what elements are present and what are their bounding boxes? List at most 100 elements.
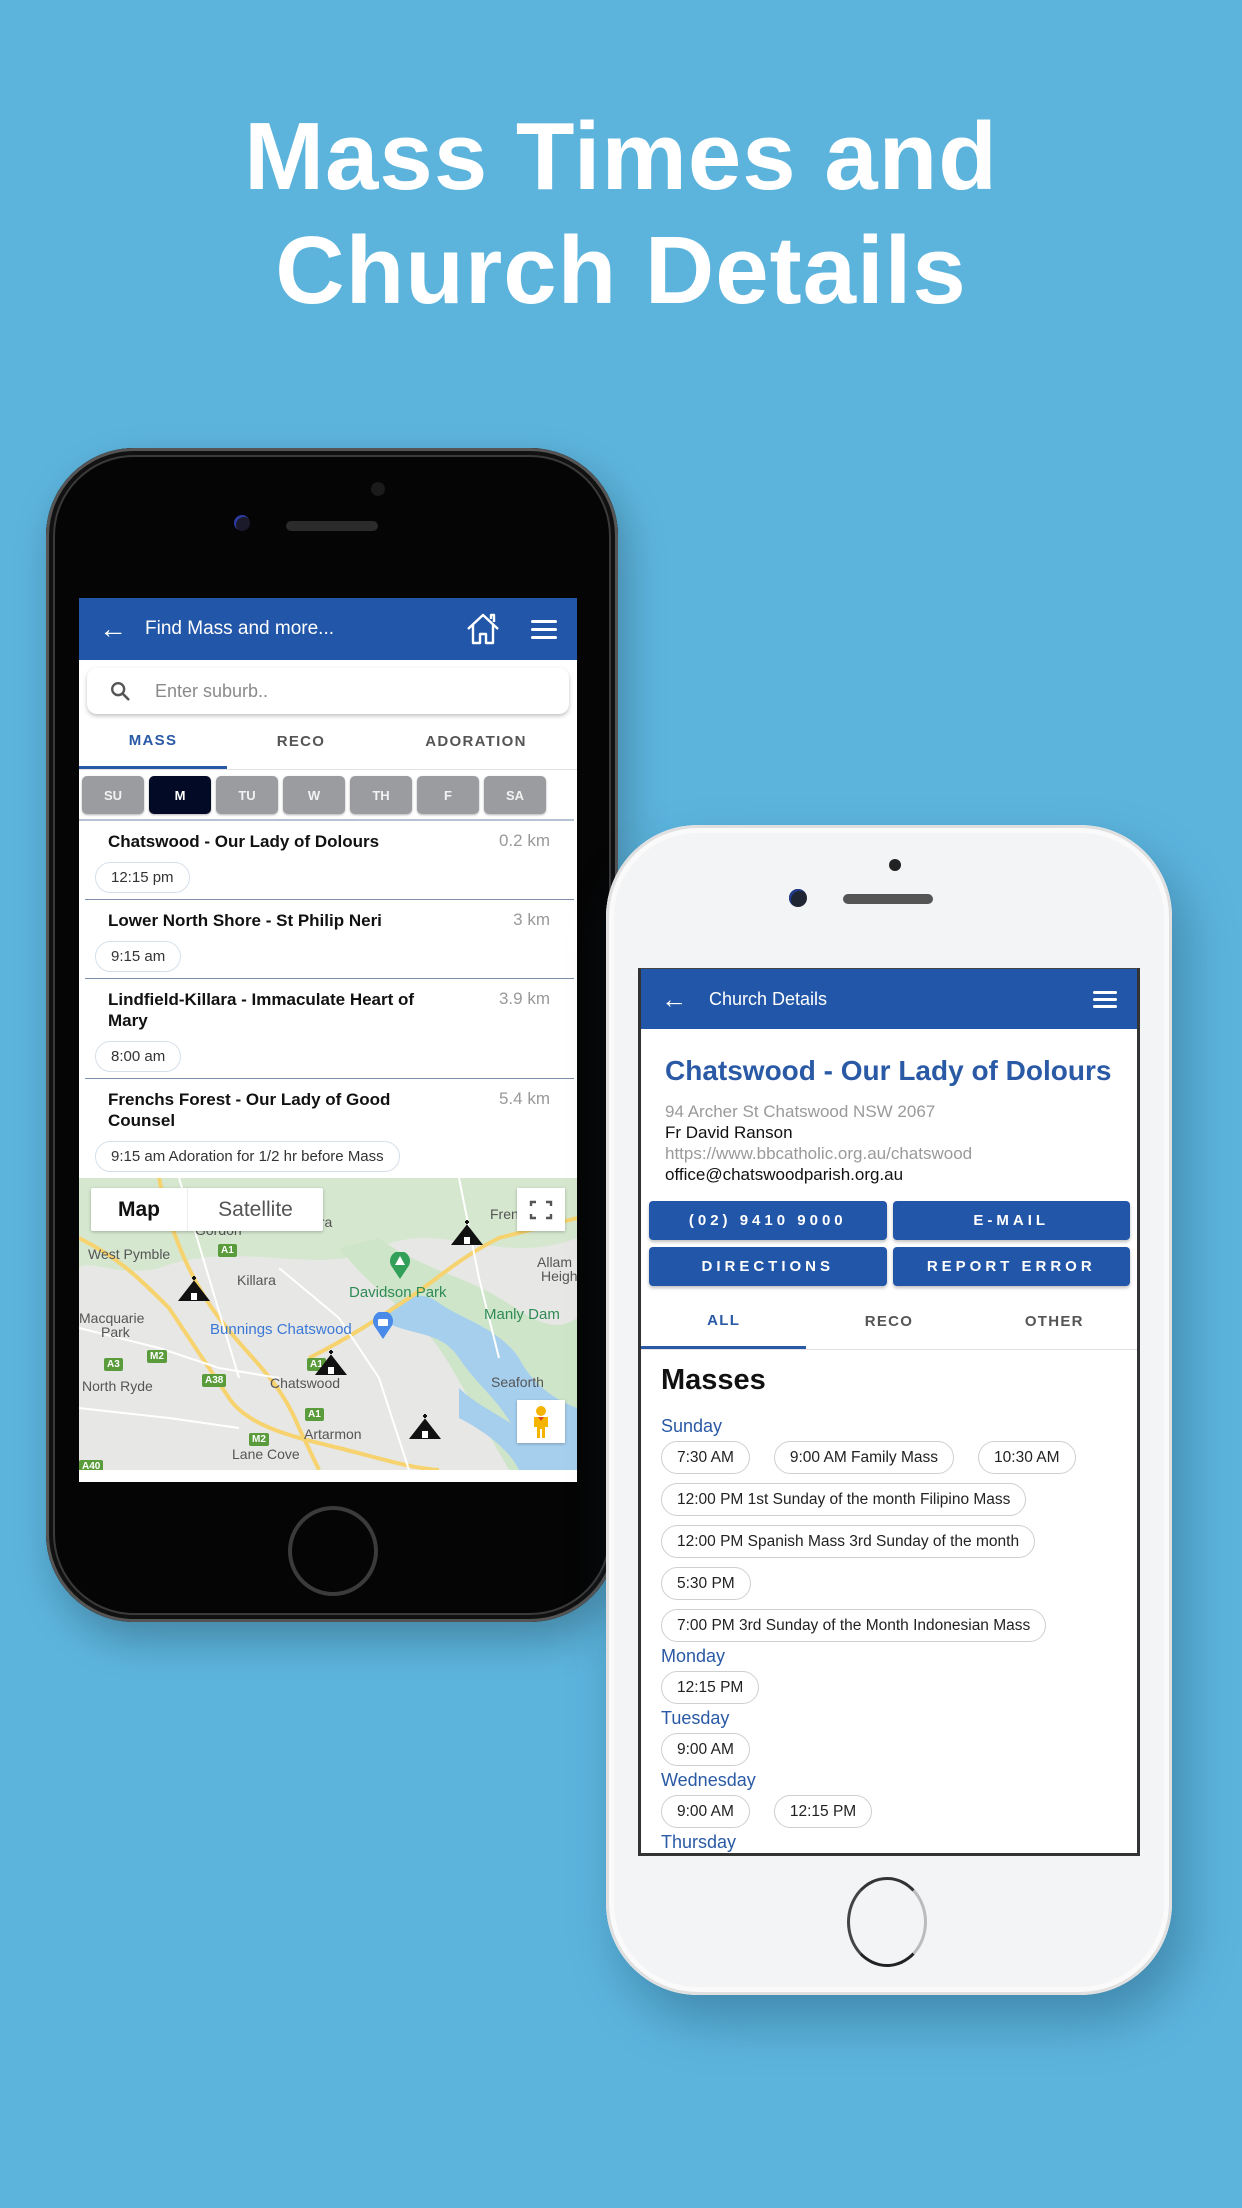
result-time-chip[interactable]: 9:15 am Adoration for 1/2 hr before Mass xyxy=(95,1141,400,1172)
mass-time-chip[interactable]: 10:30 AM xyxy=(978,1441,1076,1474)
details-appbar-title: Church Details xyxy=(709,988,828,1009)
result-item[interactable]: Frenchs Forest - Our Lady of Good Counse… xyxy=(85,1079,574,1178)
map-label: Heigh xyxy=(541,1268,577,1284)
result-distance: 0.2 km xyxy=(498,831,550,850)
result-church-name[interactable]: Lower North Shore - St Philip Neri xyxy=(108,910,382,931)
report-error-button[interactable]: REPORT ERROR xyxy=(892,1247,1130,1286)
arrow-left-icon[interactable]: ← xyxy=(99,613,139,645)
fullscreen-icon xyxy=(529,1200,553,1219)
church-details-screen: ← Church Details Chatswood - Our Lady of… xyxy=(638,968,1140,1856)
result-church-name[interactable]: Frenchs Forest - Our Lady of Good Counse… xyxy=(108,1089,438,1131)
street-view-pegman-icon xyxy=(534,1405,548,1438)
tab-mass[interactable]: MASS xyxy=(79,714,227,769)
tab-other[interactable]: OTHER xyxy=(972,1294,1137,1349)
church-name: Chatswood - Our Lady of Dolours xyxy=(665,1055,1112,1086)
church-address: 94 Archer St Chatswood NSW 2067 xyxy=(665,1102,936,1121)
day-chip-wednesday[interactable]: W xyxy=(283,776,345,814)
home-icon[interactable] xyxy=(463,609,503,649)
mass-time-chip[interactable]: 12:00 PM Spanish Mass 3rd Sunday of the … xyxy=(661,1525,1036,1558)
hamburger-menu-icon[interactable] xyxy=(1093,990,1117,1008)
road-shield: M2 xyxy=(249,1433,269,1446)
mass-time-chip[interactable]: 12:00 PM 1st Sunday of the month Filipin… xyxy=(661,1483,1027,1516)
fullscreen-button[interactable] xyxy=(517,1188,565,1231)
mass-time-chip[interactable]: 9:00 AM xyxy=(661,1733,750,1766)
tab-reco[interactable]: RECO xyxy=(806,1294,971,1349)
tuesday-times: 9:00 AM xyxy=(661,1733,1137,1766)
call-button[interactable]: (02) 9410 9000 xyxy=(649,1201,887,1240)
proximity-sensor xyxy=(371,482,385,496)
mass-time-chip[interactable]: 7:00 PM 3rd Sunday of the Month Indonesi… xyxy=(661,1609,1047,1642)
page-headline: Mass Times and Church Details xyxy=(0,100,1242,328)
result-item[interactable]: Lower North Shore - St Philip Neri 3 km … xyxy=(85,900,574,979)
details-tabs: ALL RECO OTHER xyxy=(641,1294,1137,1350)
day-heading-wednesday: Wednesday xyxy=(661,1770,756,1790)
home-button[interactable] xyxy=(847,1877,927,1967)
masses-heading: Masses xyxy=(661,1364,766,1396)
day-chip-friday[interactable]: F xyxy=(417,776,479,814)
front-camera xyxy=(789,889,807,907)
search-icon xyxy=(111,682,130,701)
suburb-search-input[interactable] xyxy=(155,680,569,702)
map-type-toggle: Map Satellite xyxy=(91,1188,323,1231)
day-chip-monday[interactable]: M xyxy=(149,776,211,814)
result-distance: 3 km xyxy=(513,910,550,929)
church-marker-icon[interactable] xyxy=(451,1218,483,1246)
result-time-chip[interactable]: 8:00 am xyxy=(95,1041,182,1072)
details-appbar: ← Church Details xyxy=(641,969,1137,1029)
result-time-chip[interactable]: 12:15 pm xyxy=(95,862,190,893)
directions-button[interactable]: DIRECTIONS xyxy=(649,1247,887,1286)
map-label: Manly Dam xyxy=(484,1306,560,1323)
result-item[interactable]: Lindfield-Killara - Immaculate Heart of … xyxy=(85,979,574,1079)
map-view[interactable]: ara Gordon West Pymble Killara Davidson … xyxy=(79,1178,577,1470)
wednesday-times: 9:00 AM 12:15 PM xyxy=(661,1795,1137,1828)
day-selector: SU M TU W TH F SA xyxy=(79,770,574,821)
arrow-left-icon[interactable]: ← xyxy=(661,984,701,1015)
mass-time-chip[interactable]: 9:00 AM xyxy=(661,1795,750,1828)
mass-time-chip[interactable]: 12:15 PM xyxy=(773,1795,873,1828)
street-view-button[interactable] xyxy=(517,1400,565,1443)
result-church-name[interactable]: Lindfield-Killara - Immaculate Heart of … xyxy=(108,989,438,1031)
result-church-name[interactable]: Chatswood - Our Lady of Dolours xyxy=(108,831,379,852)
map-type-satellite-button[interactable]: Satellite xyxy=(188,1188,323,1231)
map-label: Killara xyxy=(237,1272,276,1288)
map-label: North Ryde xyxy=(82,1378,153,1394)
tab-adoration[interactable]: ADORATION xyxy=(375,714,577,769)
day-chip-thursday[interactable]: TH xyxy=(350,776,412,814)
find-mass-screen: ← Find Mass and more... MASS RECO ADORAT… xyxy=(79,598,577,1482)
map-type-map-button[interactable]: Map xyxy=(91,1188,188,1231)
shopping-pin-icon xyxy=(373,1312,393,1339)
sunday-times: 7:30 AM 9:00 AM Family Mass 10:30 AM 12:… xyxy=(661,1441,1137,1642)
masses-section: Masses Sunday 7:30 AM 9:00 AM Family Mas… xyxy=(641,1350,1137,1853)
church-marker-icon[interactable] xyxy=(178,1274,210,1302)
mass-time-chip[interactable]: 9:00 AM Family Mass xyxy=(773,1441,955,1474)
day-chip-sunday[interactable]: SU xyxy=(82,776,144,814)
home-button[interactable] xyxy=(288,1506,378,1596)
suburb-search-box[interactable] xyxy=(87,668,569,714)
church-marker-icon[interactable] xyxy=(409,1412,441,1440)
day-heading-tuesday: Tuesday xyxy=(661,1708,730,1728)
road-shield: A1 xyxy=(305,1408,324,1421)
result-time-chip[interactable]: 9:15 am xyxy=(95,941,182,972)
church-website-link[interactable]: https://www.bbcatholic.org.au/chatswood xyxy=(665,1143,1137,1164)
map-label: Lane Cove xyxy=(232,1446,300,1462)
hamburger-menu-icon[interactable] xyxy=(531,619,557,639)
church-email[interactable]: office@chatswoodparish.org.au xyxy=(665,1164,1137,1185)
church-marker-icon[interactable] xyxy=(315,1348,347,1376)
email-button[interactable]: E-MAIL xyxy=(892,1201,1130,1240)
mass-time-chip[interactable]: 7:30 AM xyxy=(661,1441,750,1474)
mass-time-chip[interactable]: 12:15 PM xyxy=(661,1671,760,1704)
park-pin-icon xyxy=(390,1252,410,1279)
earpiece-speaker xyxy=(843,894,933,904)
map-label: Chatswood xyxy=(270,1375,341,1391)
map-label: Bunnings Chatswood xyxy=(210,1321,352,1338)
result-distance: 5.4 km xyxy=(498,1089,550,1108)
tab-all[interactable]: ALL xyxy=(641,1294,807,1349)
map-label: Davidson Park xyxy=(349,1284,447,1301)
day-chip-tuesday[interactable]: TU xyxy=(216,776,278,814)
day-heading-thursday: Thursday xyxy=(661,1832,737,1852)
tab-reco[interactable]: RECO xyxy=(227,714,375,769)
road-shield: A40 xyxy=(79,1460,104,1470)
mass-time-chip[interactable]: 5:30 PM xyxy=(661,1567,751,1600)
day-chip-saturday[interactable]: SA xyxy=(484,776,546,814)
result-item[interactable]: Chatswood - Our Lady of Dolours 0.2 km 1… xyxy=(85,821,574,900)
